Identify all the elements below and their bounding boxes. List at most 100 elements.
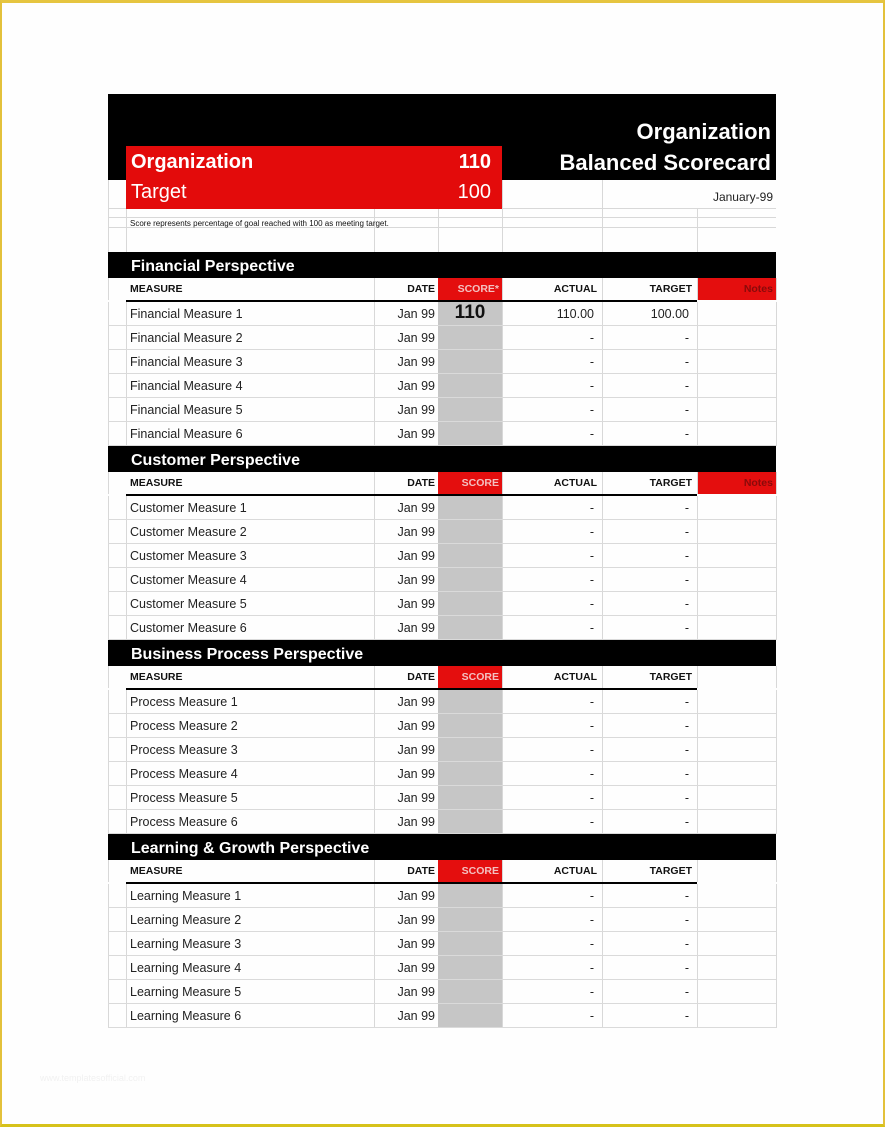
measure-date[interactable]: Jan 99 [374,398,435,422]
measure-date[interactable]: Jan 99 [374,908,435,932]
measure-date[interactable]: Jan 99 [374,762,435,786]
measure-name[interactable]: Learning Measure 5 [130,980,241,1004]
measure-actual[interactable]: - [502,326,594,350]
measure-target[interactable]: - [602,762,689,786]
measure-actual[interactable]: - [502,762,594,786]
measure-target[interactable]: - [602,908,689,932]
measure-target[interactable]: - [602,980,689,1004]
measure-name[interactable]: Learning Measure 6 [130,1004,241,1028]
measure-actual[interactable]: - [502,884,594,908]
measure-actual[interactable]: - [502,956,594,980]
measure-actual[interactable]: - [502,908,594,932]
measure-date[interactable]: Jan 99 [374,980,435,1004]
measure-target[interactable]: - [602,932,689,956]
measure-target[interactable]: - [602,616,689,640]
measure-actual[interactable]: 110.00 [502,302,594,326]
measure-actual[interactable]: - [502,616,594,640]
measure-name[interactable]: Learning Measure 3 [130,932,241,956]
measure-score[interactable] [438,714,502,738]
measure-date[interactable]: Jan 99 [374,350,435,374]
measure-actual[interactable]: - [502,568,594,592]
measure-name[interactable]: Process Measure 4 [130,762,238,786]
measure-score[interactable] [438,690,502,714]
measure-actual[interactable]: - [502,520,594,544]
measure-score[interactable]: 110 [438,302,502,326]
measure-target[interactable]: - [602,520,689,544]
measure-name[interactable]: Customer Measure 1 [130,496,247,520]
measure-actual[interactable]: - [502,1004,594,1028]
measure-score[interactable] [438,956,502,980]
measure-name[interactable]: Financial Measure 2 [130,326,243,350]
measure-name[interactable]: Customer Measure 3 [130,544,247,568]
measure-date[interactable]: Jan 99 [374,714,435,738]
measure-score[interactable] [438,738,502,762]
measure-score[interactable] [438,520,502,544]
measure-name[interactable]: Learning Measure 4 [130,956,241,980]
measure-actual[interactable]: - [502,592,594,616]
measure-actual[interactable]: - [502,374,594,398]
measure-target[interactable]: - [602,544,689,568]
measure-actual[interactable]: - [502,980,594,1004]
measure-score[interactable] [438,616,502,640]
measure-target[interactable]: - [602,810,689,834]
measure-date[interactable]: Jan 99 [374,326,435,350]
measure-name[interactable]: Learning Measure 1 [130,884,241,908]
measure-date[interactable]: Jan 99 [374,592,435,616]
measure-actual[interactable]: - [502,810,594,834]
measure-actual[interactable]: - [502,738,594,762]
measure-actual[interactable]: - [502,544,594,568]
measure-name[interactable]: Process Measure 3 [130,738,238,762]
measure-name[interactable]: Financial Measure 1 [130,302,243,326]
measure-date[interactable]: Jan 99 [374,616,435,640]
measure-score[interactable] [438,786,502,810]
measure-score[interactable] [438,592,502,616]
measure-target[interactable]: - [602,374,689,398]
measure-target[interactable]: - [602,398,689,422]
measure-actual[interactable]: - [502,350,594,374]
measure-date[interactable]: Jan 99 [374,884,435,908]
measure-score[interactable] [438,908,502,932]
measure-score[interactable] [438,544,502,568]
measure-name[interactable]: Financial Measure 5 [130,398,243,422]
measure-actual[interactable]: - [502,422,594,446]
measure-target[interactable]: - [602,1004,689,1028]
measure-score[interactable] [438,326,502,350]
measure-date[interactable]: Jan 99 [374,422,435,446]
measure-score[interactable] [438,568,502,592]
measure-score[interactable] [438,422,502,446]
measure-score[interactable] [438,374,502,398]
measure-score[interactable] [438,980,502,1004]
measure-actual[interactable]: - [502,398,594,422]
measure-actual[interactable]: - [502,690,594,714]
measure-name[interactable]: Customer Measure 6 [130,616,247,640]
measure-target[interactable]: - [602,592,689,616]
measure-actual[interactable]: - [502,714,594,738]
measure-date[interactable]: Jan 99 [374,520,435,544]
measure-target[interactable]: - [602,956,689,980]
measure-score[interactable] [438,810,502,834]
measure-target[interactable]: - [602,786,689,810]
measure-date[interactable]: Jan 99 [374,496,435,520]
measure-date[interactable]: Jan 99 [374,302,435,326]
measure-date[interactable]: Jan 99 [374,374,435,398]
measure-date[interactable]: Jan 99 [374,810,435,834]
measure-name[interactable]: Process Measure 5 [130,786,238,810]
measure-score[interactable] [438,762,502,786]
measure-score[interactable] [438,932,502,956]
measure-score[interactable] [438,496,502,520]
measure-date[interactable]: Jan 99 [374,786,435,810]
measure-name[interactable]: Financial Measure 3 [130,350,243,374]
measure-target[interactable]: - [602,350,689,374]
measure-score[interactable] [438,350,502,374]
measure-date[interactable]: Jan 99 [374,544,435,568]
measure-name[interactable]: Customer Measure 4 [130,568,247,592]
measure-date[interactable]: Jan 99 [374,932,435,956]
measure-target[interactable]: - [602,738,689,762]
measure-target[interactable]: - [602,690,689,714]
measure-name[interactable]: Financial Measure 6 [130,422,243,446]
measure-actual[interactable]: - [502,496,594,520]
measure-actual[interactable]: - [502,932,594,956]
measure-name[interactable]: Customer Measure 5 [130,592,247,616]
measure-name[interactable]: Process Measure 2 [130,714,238,738]
measure-name[interactable]: Process Measure 6 [130,810,238,834]
